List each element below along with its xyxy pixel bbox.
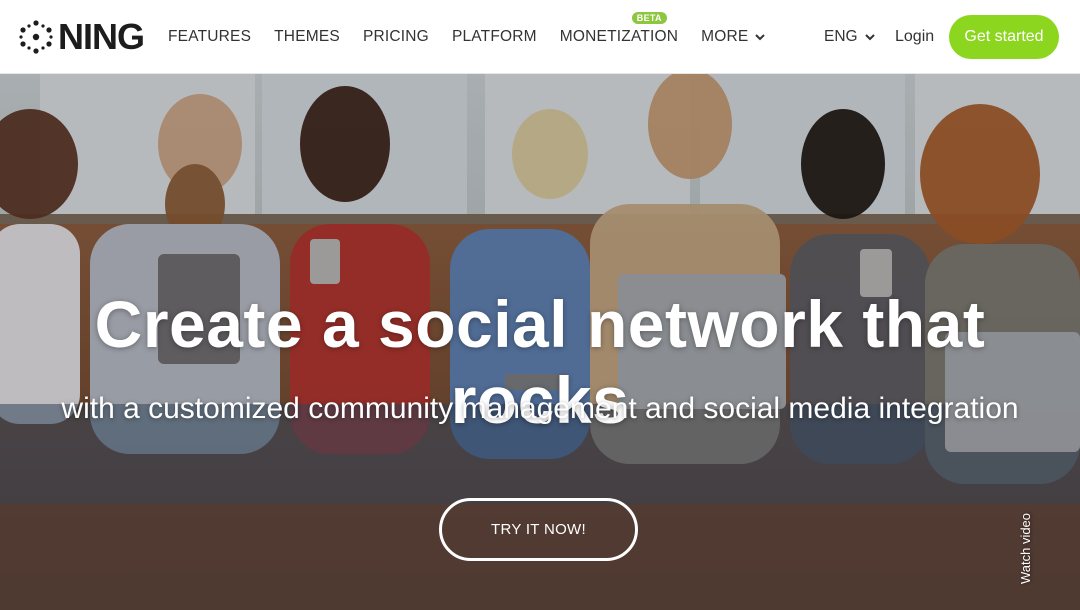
nav-pricing[interactable]: PRICING xyxy=(363,28,429,46)
nav-themes-label: THEMES xyxy=(274,28,340,45)
watch-video-link[interactable]: Watch video xyxy=(1012,498,1040,598)
hero-section: Create a social network that rocks with … xyxy=(0,74,1080,610)
login-link[interactable]: Login xyxy=(895,0,934,74)
nav-more[interactable]: MORE xyxy=(701,28,766,46)
nav-themes[interactable]: THEMES xyxy=(274,28,340,46)
hero-subtitle: with a customized community management a… xyxy=(61,392,1019,425)
ning-logo[interactable]: NING xyxy=(18,15,145,59)
chevron-down-icon xyxy=(864,34,875,41)
nav-features[interactable]: FEATURES xyxy=(168,28,251,46)
language-selector[interactable]: ENG xyxy=(824,0,876,74)
nav-features-label: FEATURES xyxy=(168,28,252,45)
nav-monetization[interactable]: MONETIZATION BETA xyxy=(559,12,679,46)
ning-dots-icon xyxy=(19,20,53,54)
nav-pricing-label: PRICING xyxy=(362,28,429,45)
nav-platform[interactable]: PLATFORM xyxy=(452,28,537,46)
main-nav: FEATURES THEMES PRICING PLATFORM MONETIZ… xyxy=(168,0,789,74)
nav-monetization-label: MONETIZATION xyxy=(559,28,679,45)
beta-badge: BETA xyxy=(631,12,667,24)
get-started-button[interactable]: Get started xyxy=(949,15,1059,59)
site-header: NING FEATURES THEMES PRICING PLATFORM MO… xyxy=(0,0,1080,74)
nav-more-label: MORE xyxy=(701,28,749,45)
language-label: ENG xyxy=(824,28,858,45)
logo-wordmark: NING xyxy=(58,16,145,57)
watch-video-label: Watch video xyxy=(1018,512,1034,584)
nav-platform-label: PLATFORM xyxy=(451,28,537,45)
chevron-down-icon xyxy=(755,34,766,41)
try-it-now-button[interactable]: TRY IT NOW! xyxy=(439,498,638,561)
